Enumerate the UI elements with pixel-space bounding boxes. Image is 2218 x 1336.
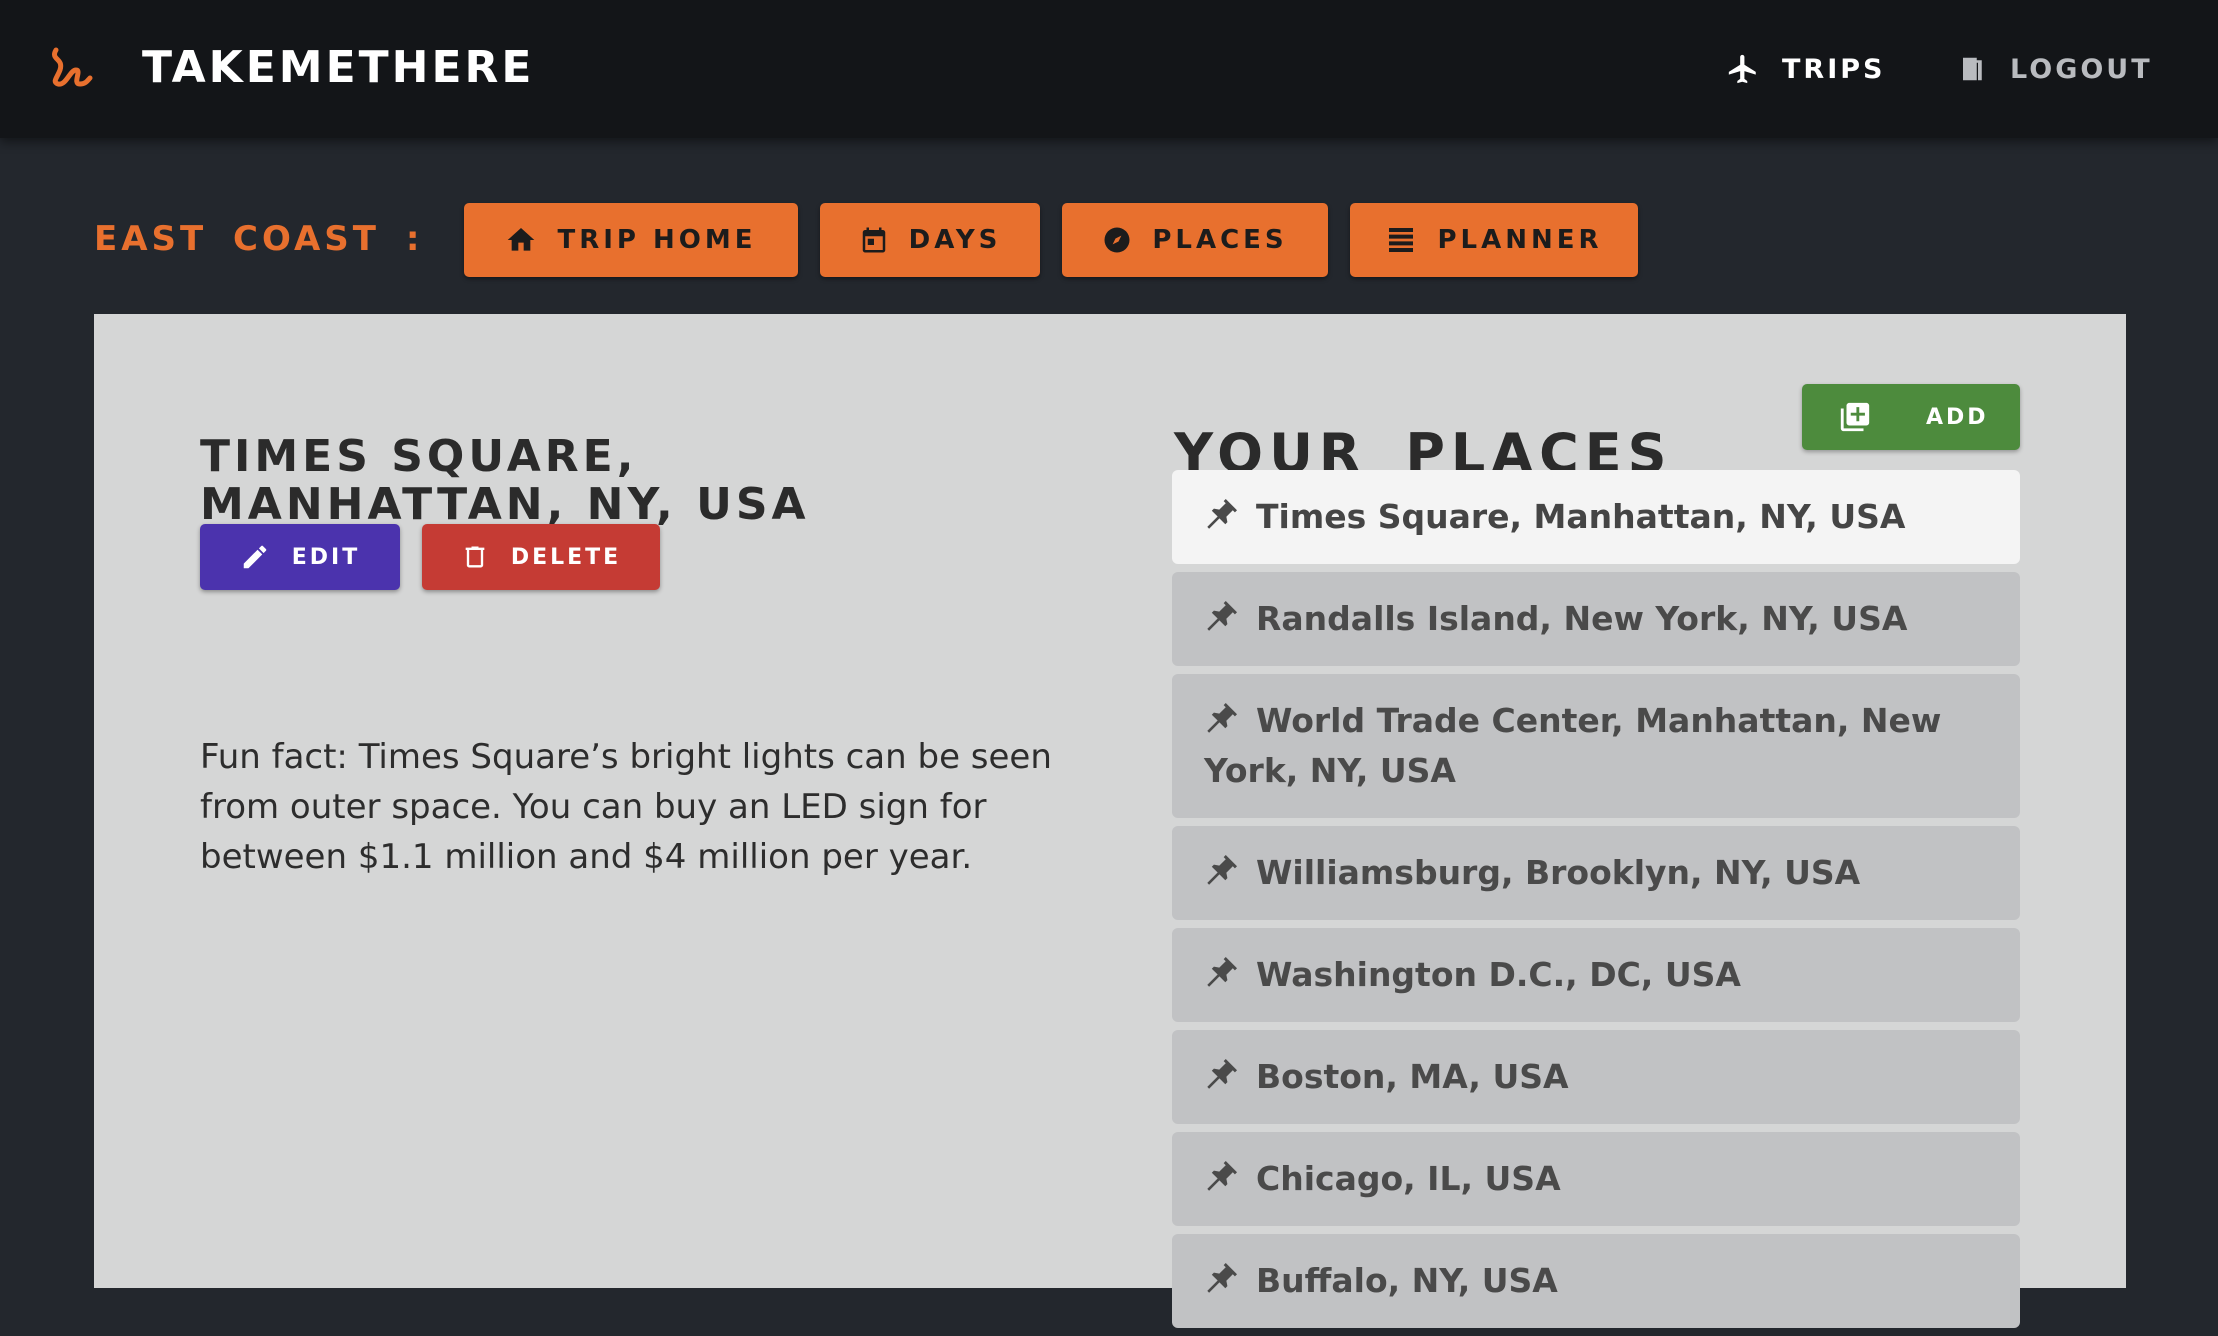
door-icon <box>1963 57 1982 81</box>
pushpin-icon <box>1207 957 1237 987</box>
place-list-item[interactable]: Williamsburg, Brooklyn, NY, USA <box>1172 826 2020 920</box>
add-place-button[interactable]: ADD <box>1802 384 2020 450</box>
brand-name[interactable]: TAKEMETHERE <box>142 38 534 98</box>
pushpin-icon <box>1207 1161 1237 1191</box>
delete-button[interactable]: DELETE <box>422 524 660 590</box>
place-list-item-label: Washington D.C., DC, USA <box>1256 955 1741 994</box>
place-list-item-label: Chicago, IL, USA <box>1256 1159 1561 1198</box>
squiggle-logo-icon[interactable] <box>48 44 94 92</box>
place-list-item[interactable]: Buffalo, NY, USA <box>1172 1234 2020 1328</box>
place-list-item-label: Boston, MA, USA <box>1256 1057 1569 1096</box>
tab-places-label: PLACES <box>1152 225 1288 255</box>
nav-logout-label: LOGOUT <box>2010 53 2153 85</box>
place-list-item-label: World Trade Center, Manhattan, New York,… <box>1204 701 1942 790</box>
tab-days[interactable]: DAYS <box>820 203 1040 277</box>
pushpin-icon <box>1207 601 1237 631</box>
nav-logout-link[interactable]: LOGOUT <box>1958 44 2153 94</box>
pushpin-icon <box>1207 499 1237 529</box>
place-list-item-label: Buffalo, NY, USA <box>1256 1261 1558 1300</box>
add-place-label: ADD <box>1926 404 1989 430</box>
tab-planner-label: PLANNER <box>1437 225 1603 255</box>
calendar-icon <box>862 227 885 253</box>
house-icon <box>508 228 535 251</box>
nav-trips-label: TRIPS <box>1782 53 1886 85</box>
pushpin-icon <box>1207 855 1237 885</box>
place-list-item[interactable]: Washington D.C., DC, USA <box>1172 928 2020 1022</box>
place-list-item-label: Times Square, Manhattan, NY, USA <box>1256 497 1906 536</box>
trash-icon <box>465 546 485 568</box>
place-detail-panel: Times Square, Manhattan, NY, USA EDIT DE… <box>94 314 2126 1328</box>
tab-places[interactable]: PLACES <box>1062 203 1328 277</box>
pushpin-icon <box>1207 1263 1237 1293</box>
place-list-item[interactable]: World Trade Center, Manhattan, New York,… <box>1172 674 2020 818</box>
place-description: Fun fact: Times Square’s bright lights c… <box>200 737 1052 877</box>
edit-button[interactable]: EDIT <box>200 524 400 590</box>
tab-days-label: DAYS <box>908 225 1002 255</box>
pushpin-icon <box>1207 703 1237 733</box>
place-list-item[interactable]: Boston, MA, USA <box>1172 1030 2020 1124</box>
place-list-item-label: Williamsburg, Brooklyn, NY, USA <box>1256 853 1861 892</box>
trip-title: EAST COAST : <box>94 219 424 259</box>
place-list-item-label: Randalls Island, New York, NY, USA <box>1256 599 1908 638</box>
list-icon <box>1389 228 1414 252</box>
tab-trip-home-label: TRIP HOME <box>557 225 757 255</box>
top-navbar: TAKEMETHERE TRIPS LOGOUT <box>0 0 2218 138</box>
pushpin-icon <box>1207 1059 1237 1089</box>
place-list-item[interactable]: Chicago, IL, USA <box>1172 1132 2020 1226</box>
compass-icon <box>1104 227 1130 253</box>
airplane-icon <box>1728 54 1756 84</box>
place-title: Times Square, Manhattan, NY, USA <box>200 431 810 531</box>
add-box-icon <box>1840 402 1870 432</box>
place-list-item[interactable]: Times Square, Manhattan, NY, USA <box>1172 470 2020 564</box>
nav-trips-link[interactable]: TRIPS <box>1726 44 1886 94</box>
tab-planner[interactable]: PLANNER <box>1350 203 1638 277</box>
place-list-item[interactable]: Randalls Island, New York, NY, USA <box>1172 572 2020 666</box>
edit-button-label: EDIT <box>291 544 361 570</box>
pencil-icon <box>243 545 267 569</box>
places-list: Times Square, Manhattan, NY, USA Randall… <box>1172 470 2020 1336</box>
tab-trip-home[interactable]: TRIP HOME <box>464 203 798 277</box>
delete-button-label: DELETE <box>510 544 622 570</box>
